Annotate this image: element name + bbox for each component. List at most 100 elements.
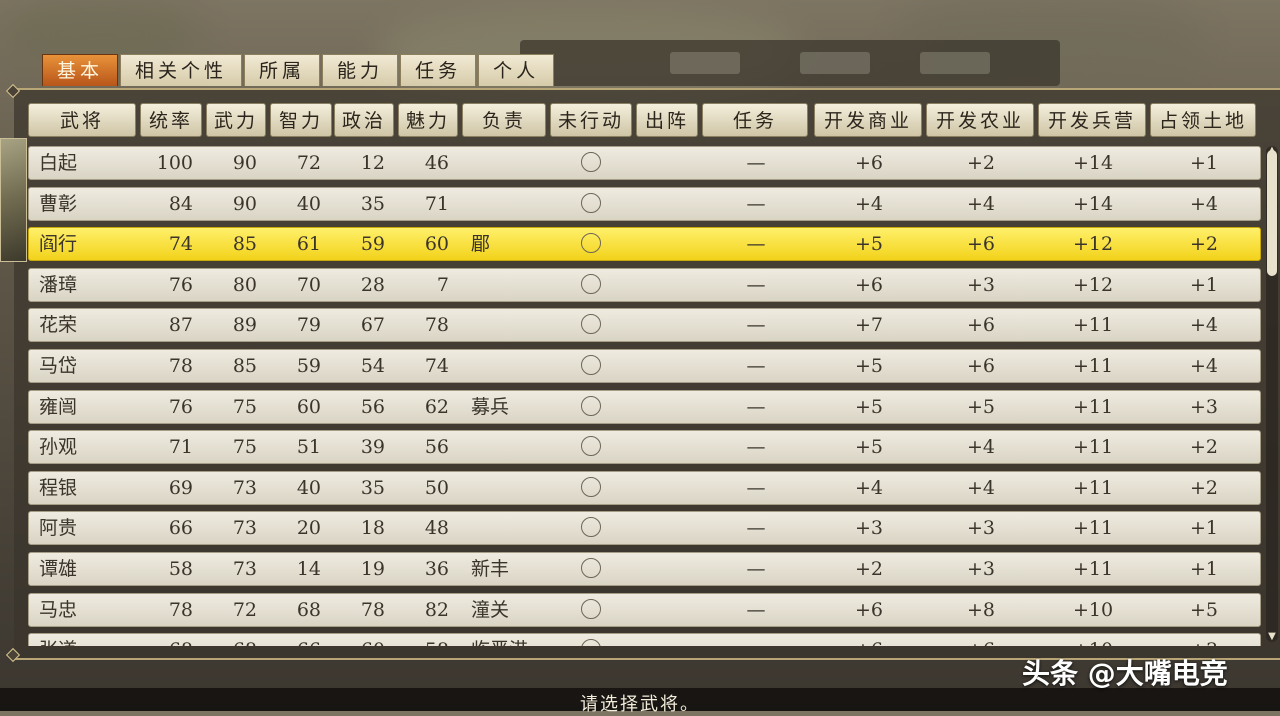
cell-stat4: 59 [360,233,385,256]
unacted-circle-icon [581,558,601,578]
cell-stat5: 36 [424,558,449,580]
cell-agri: +4 [966,436,995,459]
cell-stat3: 70 [296,273,321,296]
cell-name: 曹彰 [39,192,78,215]
unacted-circle-icon [581,639,601,646]
table-row[interactable]: 张道 68 68 66 60 58 临晋港 +6 +6 +10 +3 — [28,633,1261,646]
unacted-circle-icon [581,355,601,375]
cell-agri: +3 [966,558,995,580]
cell-commerce: +4 [854,476,883,499]
cell-stat4: 78 [360,598,385,621]
cell-stat5: 50 [424,476,449,499]
table-row[interactable]: 谭雄 58 73 14 19 36 新丰 +2 +3 +11 +1 — [28,552,1261,586]
cell-duty [471,431,551,463]
cell-commerce: +3 [854,517,883,540]
cell-stat4: 12 [360,152,385,174]
cell-stat2: 85 [232,233,257,256]
table-row[interactable]: 白起 100 90 72 12 46 +6 +2 +14 +1 — [28,146,1261,180]
cell-stat2: 73 [232,476,257,499]
cell-stat4: 35 [360,192,385,215]
cell-land: +2 [1189,233,1218,256]
cell-stat3: 60 [296,395,321,418]
cell-agri: +4 [966,476,995,499]
cell-stat5: 74 [424,355,449,377]
cell-stat2: 73 [232,558,257,580]
cell-land: +5 [1189,598,1218,621]
status-text: 请选择武将。 [580,694,700,715]
cell-stat3: 40 [296,476,321,499]
cell-stat2: 68 [205,634,257,646]
scroll-up-icon[interactable]: ▲ [1266,146,1278,156]
cell-duty [471,309,551,341]
cell-stat5: 60 [424,233,449,256]
cell-name: 张道 [39,634,99,646]
cell-stat1: 76 [168,395,193,418]
cell-land: +2 [1189,476,1218,499]
cell-barracks: +11 [1072,436,1114,459]
cell-duty: 新丰 [471,558,510,580]
cell-stat1: 68 [139,634,193,646]
cell-stat5: 58 [397,634,449,646]
cell-stat3: 79 [296,314,321,337]
cell-task: — [703,634,809,646]
cell-stat2: 73 [232,517,257,540]
table-row[interactable]: 孙观 71 75 51 39 56 +5 +4 +11 +2 — [28,430,1261,465]
table-row[interactable]: 雍闿 76 75 60 56 62 募兵 +5 +5 +11 +3 — [28,389,1261,424]
table-row[interactable]: 马岱 78 85 59 54 74 +5 +6 +11 +4 — [28,349,1261,383]
cell-land: +3 [1151,634,1257,646]
cell-agri: +5 [966,395,995,418]
table-row[interactable]: 马忠 78 72 68 78 82 潼关 +6 +8 +10 +5 — [28,592,1261,627]
table-row[interactable]: 阎行 74 85 61 59 60 郿 +5 +6 +12 +2 — [28,227,1261,262]
table-row[interactable]: 潘璋 76 80 70 28 7 +6 +3 +12 +1 — [28,267,1261,302]
cell-commerce: +6 [854,598,883,621]
cell-stat1: 58 [168,558,193,580]
cell-stat1: 84 [168,192,193,215]
cell-stat1: 87 [168,314,193,337]
cell-stat2: 89 [232,314,257,337]
cell-duty: 募兵 [471,395,510,418]
cell-barracks: +11 [1072,517,1114,540]
cell-stat3: 66 [269,634,321,646]
cell-land: +4 [1189,314,1218,337]
cell-barracks: +14 [1072,152,1114,174]
cell-commerce: +7 [854,314,883,337]
table-row[interactable]: 曹彰 84 90 40 35 71 +4 +4 +14 +4 — [28,186,1261,221]
table-viewport: 白起 100 90 72 12 46 +6 +2 +14 +1 — 曹彰 84 90 40 35 71 +4 +4 +… [0,0,1280,646]
cell-stat5: 7 [436,273,449,296]
cell-task: — [746,233,766,256]
table-row[interactable]: 花荣 87 89 79 67 78 +7 +6 +11 +4 — [28,308,1261,343]
cell-agri: +4 [966,192,995,215]
watermark: 头条 @大嘴电竞 [1022,657,1228,690]
unacted-circle-icon [581,395,601,416]
cell-stat4: 56 [360,395,385,418]
cell-stat3: 40 [296,192,321,215]
cell-stat4: 60 [333,634,385,646]
cell-name: 孙观 [39,436,78,459]
table-row[interactable]: 阿贵 66 73 20 18 48 +3 +3 +11 +1 — [28,511,1261,546]
cell-stat2: 75 [232,436,257,459]
cell-stat4: 19 [360,558,385,580]
cell-stat4: 67 [360,314,385,337]
unacted-circle-icon [581,192,601,213]
scroll-down-icon[interactable]: ▼ [1266,632,1278,642]
cell-commerce: +5 [854,233,883,256]
cell-commerce: +2 [854,558,883,580]
cell-stat3: 51 [296,436,321,459]
cell-name: 潘璋 [39,273,78,296]
table-row[interactable]: 程银 69 73 40 35 50 +4 +4 +11 +2 — [28,470,1261,505]
cell-commerce: +6 [815,634,923,646]
cell-barracks: +11 [1072,355,1114,377]
scrollbar-thumb[interactable] [1267,150,1277,276]
cell-name: 马忠 [39,598,78,621]
cell-stat2: 80 [232,273,257,296]
unacted-circle-icon [581,476,601,497]
cell-agri: +6 [966,314,995,337]
cell-stat5: 71 [424,192,449,215]
cell-duty [471,350,551,382]
cell-stat5: 78 [424,314,449,337]
unacted-circle-icon [581,517,601,538]
cell-name: 雍闿 [39,395,78,418]
unacted-circle-icon [581,314,601,335]
cell-duty: 临晋港 [471,634,551,646]
cell-barracks: +10 [1072,598,1114,621]
